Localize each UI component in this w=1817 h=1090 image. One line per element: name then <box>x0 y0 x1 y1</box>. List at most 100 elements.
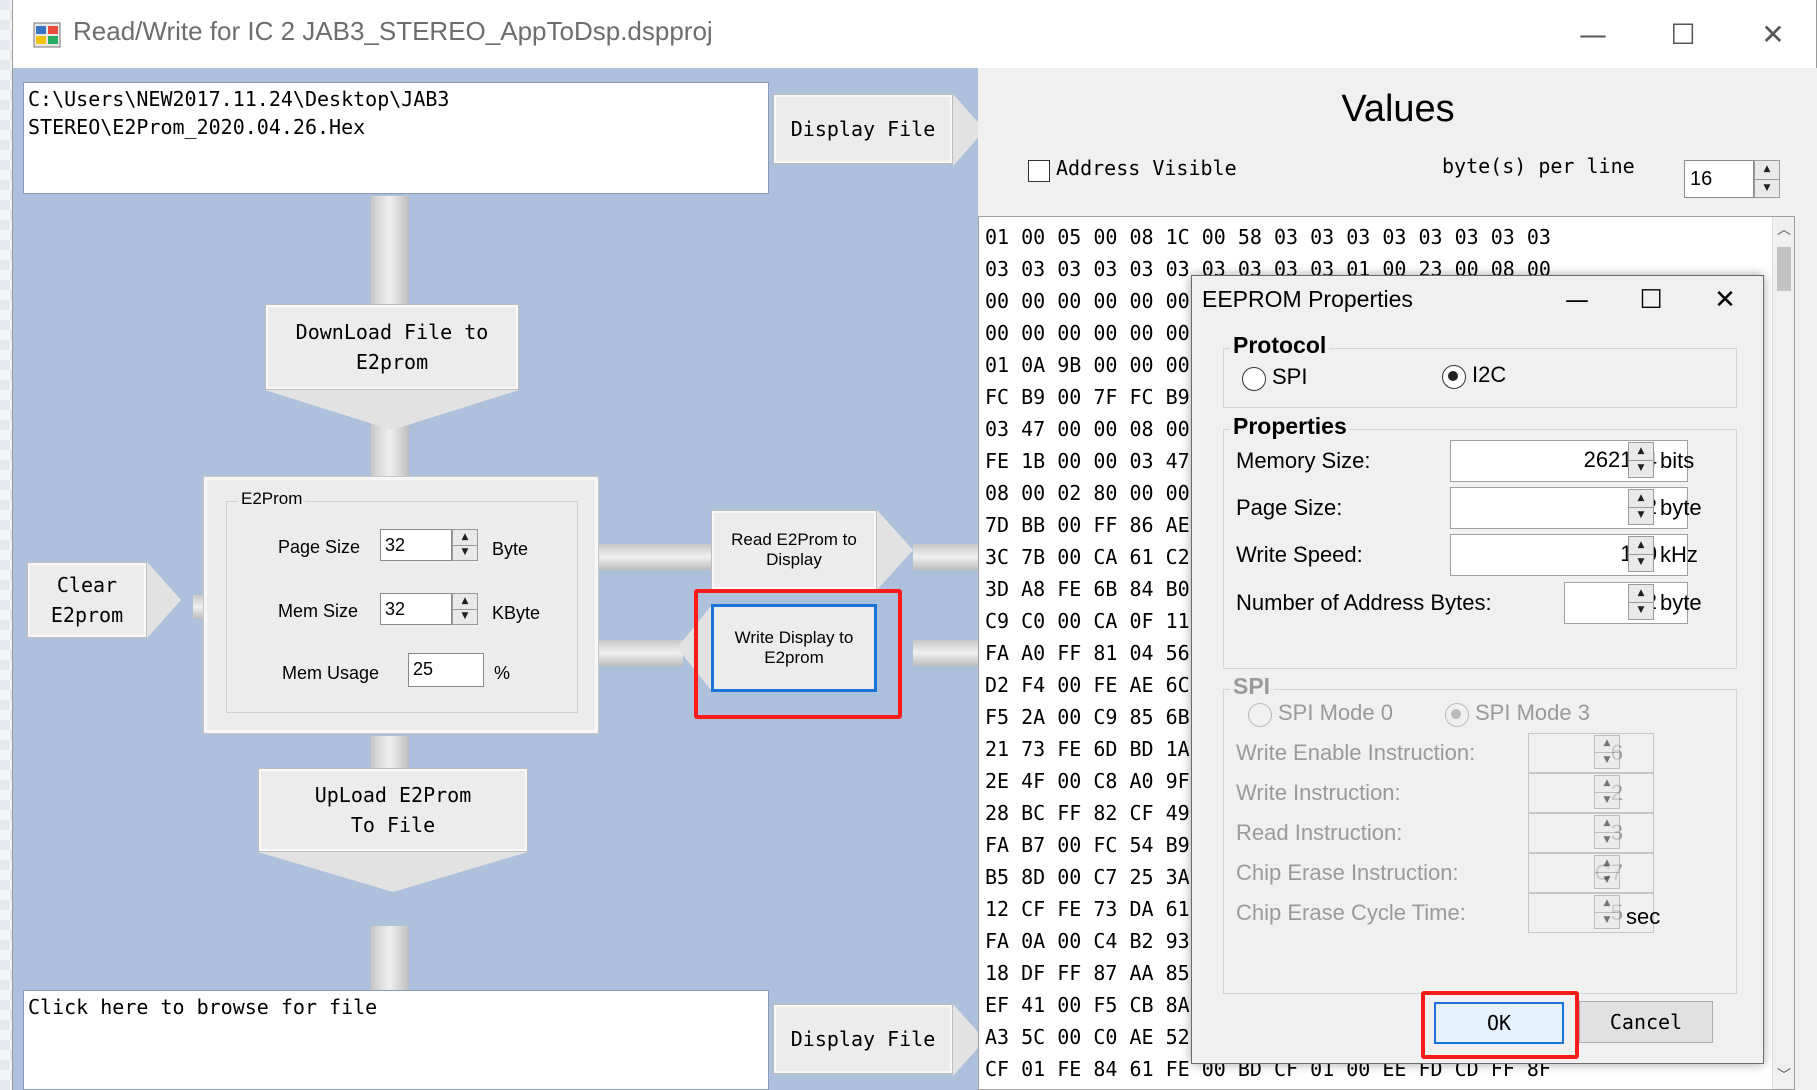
dialog-minimize-button[interactable]: — <box>1542 278 1612 322</box>
page-size-unit: byte <box>1660 495 1702 520</box>
hex-line: 3D A8 FE 6B 84 B0 0 <box>985 577 1214 601</box>
chevron-up-icon: ▲ <box>461 531 469 542</box>
display-file-button-bottom[interactable]: Display File <box>773 1004 953 1074</box>
hex-line: F5 2A 00 C9 85 6B 0 <box>985 705 1214 729</box>
scroll-thumb[interactable] <box>1777 247 1791 291</box>
hex-line: FE 1B 00 00 03 47 0 <box>985 449 1214 473</box>
close-icon: ✕ <box>1761 17 1785 51</box>
scroll-down-icon[interactable]: ﹀ <box>1773 1063 1794 1089</box>
chevron-up-icon: ▲ <box>1637 587 1645 598</box>
i2c-label: I2C <box>1472 362 1507 387</box>
chevron-down-icon: ▼ <box>1595 751 1619 769</box>
vertical-scrollbar[interactable]: ︿ ﹀ <box>1772 217 1794 1089</box>
chevron-down-icon: ▼ <box>1629 459 1653 478</box>
read-instruction-stepper[interactable]: ▲ ▼ <box>1594 815 1620 849</box>
chevron-down-icon: ▼ <box>1755 178 1779 198</box>
mem-size-stepper[interactable]: ▲ ▼ <box>452 593 478 625</box>
file-path-input[interactable]: C:\Users\NEW2017.11.24\Desktop\JAB3 STER… <box>23 82 769 194</box>
i2c-radio[interactable] <box>1442 365 1466 389</box>
write-instruction-label: Write Instruction: <box>1236 780 1401 805</box>
mem-size-unit: KByte <box>492 603 541 623</box>
pipe <box>913 544 978 570</box>
write-speed-stepper[interactable]: ▲ ▼ <box>1628 536 1654 572</box>
properties-group-title: Properties <box>1230 413 1350 440</box>
spi-mode0-radio[interactable] <box>1248 703 1272 727</box>
mem-usage-unit: % <box>494 663 511 683</box>
page-size-stepper[interactable]: ▲ ▼ <box>1628 489 1654 525</box>
e2prom-panel: E2Prom Page Size 32 ▲ ▼ Byte Mem Size 32 … <box>203 476 599 734</box>
bytes-per-line-label: byte(s) per line <box>1442 154 1635 178</box>
flow-panel: C:\Users\NEW2017.11.24\Desktop\JAB3 STER… <box>13 68 985 1090</box>
chevron-up-icon: ▲ <box>1603 738 1611 749</box>
browse-file-input[interactable]: Click here to browse for file <box>23 990 769 1090</box>
maximize-icon: ☐ <box>1639 285 1663 315</box>
spi-mode3-radio[interactable] <box>1445 703 1469 727</box>
chip-erase-label: Chip Erase Instruction: <box>1236 860 1459 885</box>
chip-erase-cycle-label: Chip Erase Cycle Time: <box>1236 900 1466 925</box>
write-instruction-stepper[interactable]: ▲ ▼ <box>1594 775 1620 809</box>
memory-size-stepper[interactable]: ▲ ▼ <box>1628 442 1654 478</box>
clear-e2prom-button[interactable]: Clear E2prom <box>27 562 147 638</box>
mem-usage-input[interactable]: 25 <box>408 653 484 687</box>
maximize-button[interactable]: ☐ <box>1638 0 1728 68</box>
upload-e2prom-to-file-button[interactable]: UpLoad E2Prom To File <box>258 768 528 852</box>
display-file-button[interactable]: Display File <box>773 94 953 164</box>
minimize-icon: — <box>1565 286 1589 314</box>
hex-line: FA B7 00 FC 54 B9 F <box>985 833 1214 857</box>
page-size-label: Page Size <box>278 537 361 557</box>
hex-line: B5 8D 00 C7 25 3A 0 <box>985 865 1214 889</box>
page-size-stepper[interactable]: ▲ ▼ <box>452 529 478 561</box>
write-instruction-input[interactable]: 2 <box>1528 773 1654 813</box>
chevron-down-icon: ▼ <box>453 544 477 561</box>
chip-erase-cycle-unit: sec <box>1626 904 1661 929</box>
arrow-right-icon <box>877 510 913 590</box>
dialog-close-button[interactable]: ✕ <box>1690 278 1760 322</box>
cancel-button[interactable]: Cancel <box>1579 1001 1713 1043</box>
arrow-down-icon <box>258 852 528 892</box>
close-button[interactable]: ✕ <box>1728 0 1817 68</box>
arrow-down-icon <box>265 390 519 430</box>
chip-erase-cycle-stepper[interactable]: ▲ ▼ <box>1594 895 1620 929</box>
hex-line: 18 DF FF 87 AA 85 0 <box>985 961 1214 985</box>
minimize-icon: — <box>1579 17 1607 51</box>
hex-line: 21 73 FE 6D BD 1A 0 <box>985 737 1214 761</box>
radio-selected-dot <box>1451 709 1461 719</box>
write-enable-input[interactable]: 6 <box>1528 733 1654 773</box>
write-enable-stepper[interactable]: ▲ ▼ <box>1594 735 1620 769</box>
pipe <box>913 640 978 666</box>
address-bytes-stepper[interactable]: ▲ ▼ <box>1628 584 1654 620</box>
chevron-down-icon: ▼ <box>453 608 477 625</box>
scroll-up-icon[interactable]: ︿ <box>1773 217 1794 243</box>
chevron-up-icon: ▲ <box>1603 818 1611 829</box>
page-size-input[interactable]: 32 <box>380 529 452 561</box>
eeprom-properties-dialog: EEPROM Properties — ☐ ✕ Protocol SPI I2C… <box>1191 275 1764 1064</box>
pipe <box>371 926 409 990</box>
read-instruction-input[interactable]: 3 <box>1528 813 1654 853</box>
hex-line: 12 CF FE 73 DA 61 0 <box>985 897 1214 921</box>
spi-radio[interactable] <box>1242 367 1266 391</box>
close-icon: ✕ <box>1714 285 1736 315</box>
page-size-unit: Byte <box>492 539 529 559</box>
hex-line: 3C 7B 00 CA 61 C2 0 <box>985 545 1214 569</box>
values-title: Values <box>1341 88 1455 130</box>
address-visible-checkbox[interactable] <box>1028 160 1050 182</box>
chip-erase-input[interactable]: C7 <box>1528 853 1654 893</box>
memory-size-label: Memory Size: <box>1236 448 1371 473</box>
window-title: Read/Write for IC 2 JAB3_STEREO_AppToDsp… <box>73 16 713 46</box>
mem-size-input[interactable]: 32 <box>380 593 452 625</box>
bytes-per-line-stepper[interactable]: ▲ ▼ <box>1754 160 1780 198</box>
dialog-maximize-button[interactable]: ☐ <box>1616 278 1686 322</box>
bytes-per-line-input[interactable]: 16 <box>1684 160 1754 198</box>
download-file-to-e2prom-button[interactable]: DownLoad File to E2prom <box>265 304 519 390</box>
hex-line: 01 0A 9B 00 00 00 0 <box>985 353 1214 377</box>
chip-erase-stepper[interactable]: ▲ ▼ <box>1594 855 1620 889</box>
hex-line: 01 00 05 00 08 1C 00 58 03 03 03 03 03 0… <box>985 225 1551 249</box>
hex-line: 7D BB 00 FF 86 AE F <box>985 513 1214 537</box>
chevron-up-icon: ▲ <box>1637 492 1645 503</box>
highlight-ok-button <box>1421 991 1579 1059</box>
minimize-button[interactable]: — <box>1548 0 1638 68</box>
spi-mode0-label: SPI Mode 0 <box>1278 700 1393 725</box>
hex-line: 03 47 00 00 08 00 0 <box>985 417 1214 441</box>
protocol-group-title: Protocol <box>1230 332 1330 359</box>
read-e2prom-to-display-button[interactable]: Read E2Prom to Display <box>711 510 877 590</box>
